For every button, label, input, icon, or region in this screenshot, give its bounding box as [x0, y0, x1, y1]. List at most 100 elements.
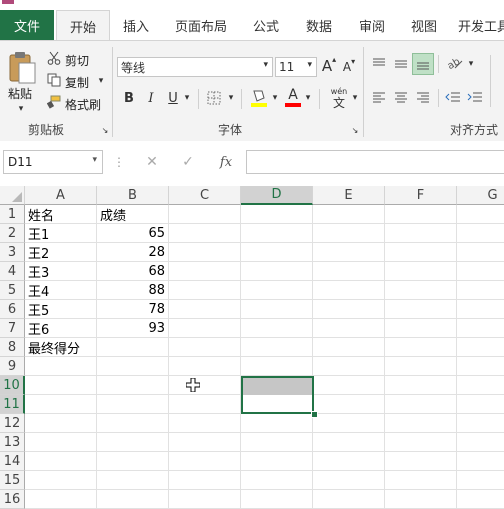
cell-e15[interactable] — [313, 471, 385, 490]
column-header-a[interactable]: A — [25, 186, 97, 205]
font-launcher-icon[interactable]: ↘ — [350, 125, 360, 135]
column-header-e[interactable]: E — [313, 186, 385, 205]
cell-e14[interactable] — [313, 452, 385, 471]
cell-c5[interactable] — [169, 281, 241, 300]
align-left-icon[interactable] — [370, 89, 388, 107]
cell-f4[interactable] — [385, 262, 457, 281]
cell-g14[interactable] — [457, 452, 504, 471]
cell-f5[interactable] — [385, 281, 457, 300]
cell-g7[interactable] — [457, 319, 504, 338]
paste-button[interactable]: 粘贴 — [8, 85, 32, 102]
row-header-1[interactable]: 1 — [0, 205, 25, 224]
font-color-dropdown-icon[interactable]: ▾ — [303, 91, 313, 105]
cell-g4[interactable] — [457, 262, 504, 281]
phonetic-dropdown-icon[interactable]: ▾ — [350, 91, 360, 105]
cell-c10[interactable] — [169, 376, 241, 395]
cell-g11[interactable] — [457, 395, 504, 414]
cell-d1[interactable] — [241, 205, 313, 224]
cell-c4[interactable] — [169, 262, 241, 281]
copy-icon[interactable] — [46, 72, 62, 88]
row-header-5[interactable]: 5 — [0, 281, 25, 300]
cell-c14[interactable] — [169, 452, 241, 471]
cell-f8[interactable] — [385, 338, 457, 357]
border-icon[interactable] — [205, 89, 223, 107]
orientation-icon[interactable]: ab — [444, 53, 464, 73]
more-dots-icon[interactable]: ⋮ — [113, 154, 125, 170]
cell-b13[interactable] — [97, 433, 169, 452]
cell-a6[interactable]: 王5 — [25, 300, 97, 319]
cell-b9[interactable] — [97, 357, 169, 376]
row-header-13[interactable]: 13 — [0, 433, 25, 452]
chevron-down-icon[interactable]: ▾ — [263, 60, 268, 70]
clipboard-launcher-icon[interactable]: ↘ — [100, 125, 110, 135]
decrease-indent-icon[interactable] — [444, 89, 462, 107]
column-header-c[interactable]: C — [169, 186, 241, 205]
cell-c2[interactable] — [169, 224, 241, 243]
cell-a7[interactable]: 王6 — [25, 319, 97, 338]
font-name-combo[interactable]: 等线 ▾ — [117, 57, 273, 77]
cell-g6[interactable] — [457, 300, 504, 319]
format-painter-icon[interactable] — [46, 94, 62, 110]
row-header-8[interactable]: 8 — [0, 338, 25, 357]
row-header-2[interactable]: 2 — [0, 224, 25, 243]
cell-c15[interactable] — [169, 471, 241, 490]
cell-g10[interactable] — [457, 376, 504, 395]
tab-page-layout[interactable]: 页面布局 — [164, 10, 238, 40]
paste-dropdown-icon[interactable]: ▾ — [14, 103, 28, 115]
grow-font-icon[interactable]: A ▴ — [320, 55, 338, 77]
row-header-12[interactable]: 12 — [0, 414, 25, 433]
cell-f14[interactable] — [385, 452, 457, 471]
cell-g5[interactable] — [457, 281, 504, 300]
cell-b4[interactable]: 68 — [97, 262, 169, 281]
cell-b14[interactable] — [97, 452, 169, 471]
orientation-dropdown-icon[interactable]: ▾ — [466, 57, 476, 71]
cell-e9[interactable] — [313, 357, 385, 376]
row-header-7[interactable]: 7 — [0, 319, 25, 338]
tab-view[interactable]: 视图 — [400, 10, 448, 40]
cell-c9[interactable] — [169, 357, 241, 376]
cell-d16[interactable] — [241, 490, 313, 509]
cell-f3[interactable] — [385, 243, 457, 262]
cell-c8[interactable] — [169, 338, 241, 357]
cell-a9[interactable] — [25, 357, 97, 376]
cell-c6[interactable] — [169, 300, 241, 319]
copy-dropdown-icon[interactable]: ▾ — [96, 74, 106, 88]
paste-icon[interactable] — [6, 51, 38, 85]
align-bottom-icon[interactable] — [412, 53, 434, 75]
cell-f13[interactable] — [385, 433, 457, 452]
cell-f1[interactable] — [385, 205, 457, 224]
cell-a2[interactable]: 王1 — [25, 224, 97, 243]
format-painter-button[interactable]: 格式刷 — [65, 96, 101, 113]
cell-d6[interactable] — [241, 300, 313, 319]
row-header-16[interactable]: 16 — [0, 490, 25, 509]
cell-a8[interactable]: 最终得分 — [25, 338, 97, 357]
cell-g13[interactable] — [457, 433, 504, 452]
font-size-combo[interactable]: 11 ▾ — [275, 57, 317, 77]
font-color-icon[interactable]: A — [284, 85, 302, 109]
cell-f9[interactable] — [385, 357, 457, 376]
tab-formulas[interactable]: 公式 — [242, 10, 290, 40]
bold-button[interactable]: B — [121, 89, 137, 107]
cell-c11[interactable] — [169, 395, 241, 414]
cell-f7[interactable] — [385, 319, 457, 338]
cell-a10[interactable] — [25, 376, 97, 395]
underline-button[interactable]: U — [165, 89, 181, 107]
formula-input[interactable] — [246, 150, 504, 174]
cell-a15[interactable] — [25, 471, 97, 490]
enter-check-icon[interactable]: ✓ — [178, 152, 198, 172]
cell-d13[interactable] — [241, 433, 313, 452]
tab-file[interactable]: 文件 — [0, 10, 54, 40]
row-header-6[interactable]: 6 — [0, 300, 25, 319]
align-right-icon[interactable] — [414, 89, 432, 107]
tab-home[interactable]: 开始 — [56, 10, 110, 41]
select-all-corner[interactable] — [0, 186, 25, 205]
fill-color-icon[interactable] — [249, 87, 269, 109]
cell-b10[interactable] — [97, 376, 169, 395]
tab-insert[interactable]: 插入 — [112, 10, 160, 40]
underline-dropdown-icon[interactable]: ▾ — [182, 91, 192, 105]
cell-e16[interactable] — [313, 490, 385, 509]
cell-b16[interactable] — [97, 490, 169, 509]
cell-e6[interactable] — [313, 300, 385, 319]
cell-e8[interactable] — [313, 338, 385, 357]
row-header-9[interactable]: 9 — [0, 357, 25, 376]
